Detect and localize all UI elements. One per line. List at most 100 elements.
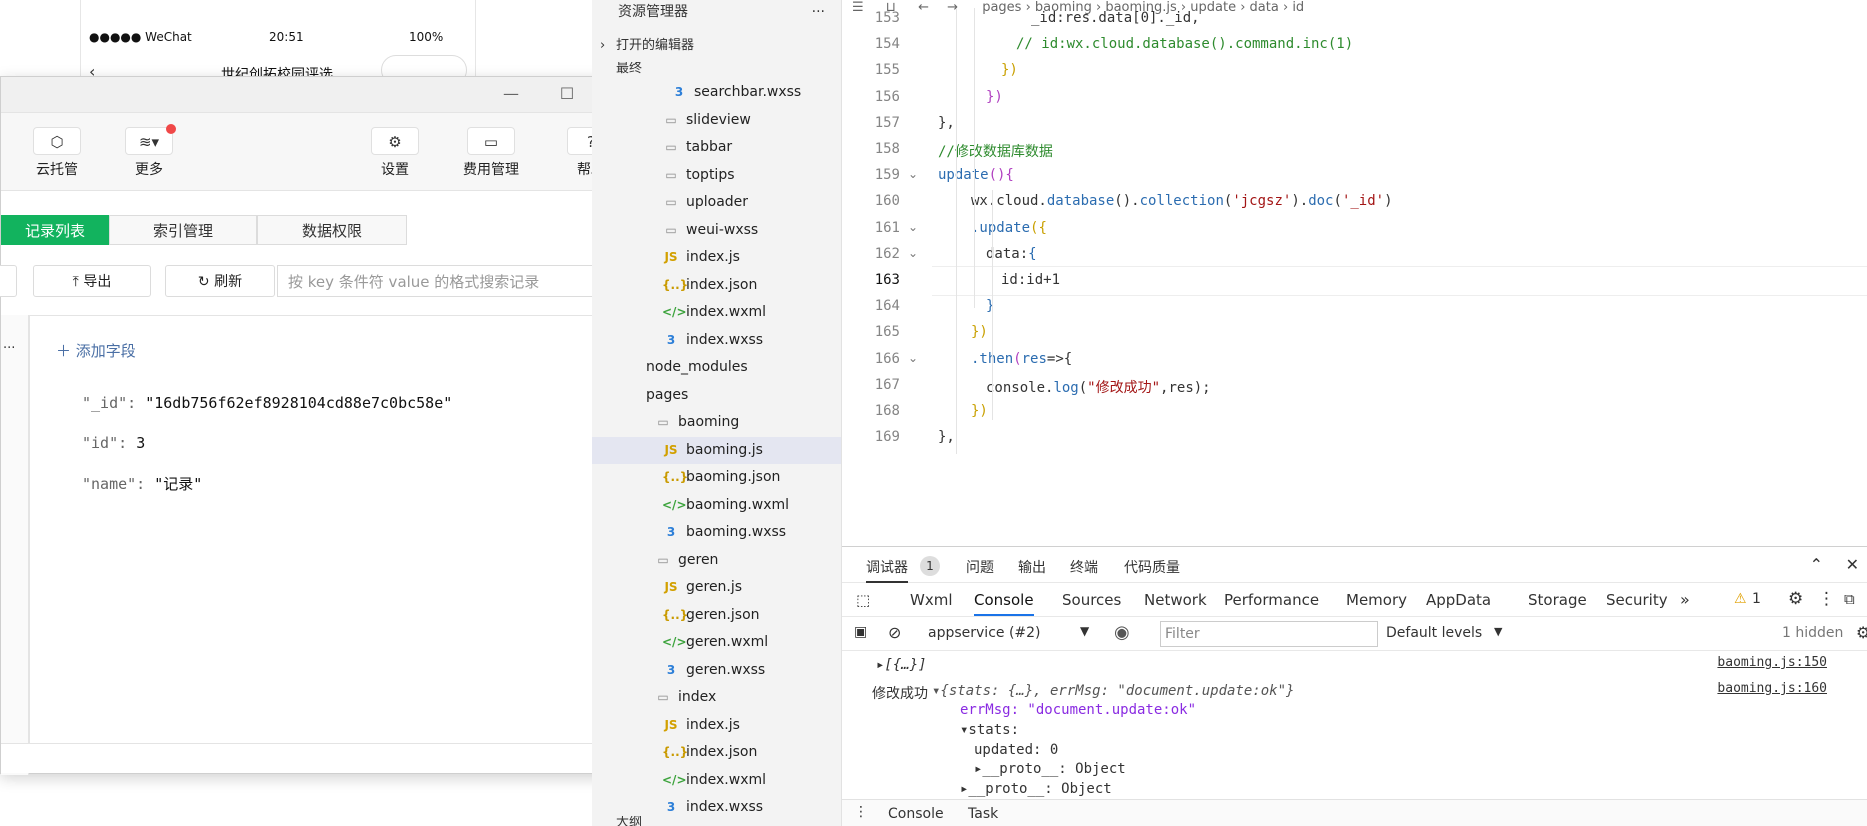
maximize-icon[interactable]: ☐ (549, 81, 585, 107)
chevron-up-icon[interactable]: ⌃ (1810, 555, 1823, 574)
fold-chevron-icon[interactable]: ⌄ (908, 246, 918, 260)
devtools-tab[interactable]: Network (1144, 591, 1207, 609)
fold-chevron-icon[interactable]: ⌄ (908, 220, 918, 234)
toolbar-settings[interactable]: ⚙ 设置 (359, 127, 431, 179)
file-tree-item[interactable]: </>index.wxml (592, 767, 841, 794)
code-line[interactable]: }, (938, 115, 955, 131)
console-entry[interactable]: ▸__proto__: Object (974, 761, 1126, 777)
file-tree-item[interactable]: {..}geren.json (592, 602, 841, 629)
code-line[interactable]: } (986, 298, 994, 314)
code-line[interactable]: }) (1001, 62, 1018, 78)
code-line[interactable]: _id:res.data[0]._id, (1031, 10, 1200, 26)
eye-icon[interactable]: ◉ (1114, 622, 1130, 643)
console-entry[interactable]: errMsg: "document.update:ok" (960, 702, 1196, 718)
breadcrumb-item[interactable]: id (1292, 0, 1304, 14)
panel-tab-terminal[interactable]: 终端 (1070, 557, 1098, 577)
open-editors-section[interactable]: › 打开的编辑器 (592, 34, 841, 58)
refresh-button[interactable]: ↻ 刷新 (165, 265, 275, 297)
tab-record-list[interactable]: 记录列表 (1, 215, 109, 245)
code-line[interactable]: data:{ (986, 246, 1037, 262)
file-tree-item[interactable]: 3 index.wxss (592, 327, 841, 354)
file-tree-item[interactable]: ▭ baoming (592, 409, 841, 436)
file-tree-item[interactable]: </>baoming.wxml (592, 492, 841, 519)
export-button[interactable]: ⤒ 导出 (33, 265, 151, 297)
source-link[interactable]: baoming.js:160 (1717, 681, 1827, 696)
panel-tab-code-quality[interactable]: 代码质量 (1124, 557, 1180, 577)
console-entry[interactable]: ▾{stats: {…}, errMsg: "document.update:o… (932, 683, 1294, 699)
dock-icon[interactable]: ⧉ (1844, 590, 1855, 608)
fold-chevron-icon[interactable]: ⌄ (908, 167, 918, 181)
minimize-icon[interactable]: — (493, 81, 529, 107)
more-icon[interactable]: ··· (812, 0, 825, 24)
warning-icon[interactable]: ⚠ (1734, 591, 1747, 607)
tab-index-management[interactable]: 索引管理 (109, 215, 257, 245)
filter-input[interactable]: Filter (1160, 621, 1378, 647)
devtools-tab[interactable]: Sources (1062, 591, 1121, 609)
code-line[interactable]: .update({ (971, 220, 1047, 236)
inspect-icon[interactable]: ⬚ (856, 591, 870, 609)
source-link[interactable]: baoming.js:150 (1717, 655, 1827, 670)
record-list-item[interactable]: ... (3, 337, 15, 352)
project-section[interactable]: 最终 (592, 62, 841, 76)
console-entry[interactable]: ▾stats: (960, 722, 1019, 738)
toolbar-cloud-hosting[interactable]: ⬡ 云托管 (21, 127, 93, 179)
file-tree-item[interactable]: JS index.js (592, 244, 841, 271)
kebab-menu-icon[interactable]: ⋮ (1818, 589, 1835, 609)
file-tree-item[interactable]: ▭ slideview (592, 107, 841, 134)
file-tree-item[interactable]: JS geren.js (592, 574, 841, 601)
gear-icon[interactable]: ⚙ (1788, 589, 1803, 609)
file-tree-item[interactable]: 3 geren.wxss (592, 657, 841, 684)
clear-console-icon[interactable]: ⊘ (888, 623, 901, 642)
more-tabs-icon[interactable]: » (1680, 590, 1690, 609)
drawer-tab-task[interactable]: Task (968, 806, 998, 822)
field-row-id-key[interactable]: "_id": "16db756f62ef8928104cd88e7c0bc58e… (82, 394, 452, 412)
code-line[interactable]: wx.cloud.database().collection ('jcgsz').… (971, 193, 1393, 209)
file-tree-item[interactable]: pages (592, 382, 841, 409)
outline-section[interactable]: 大纲 (592, 816, 841, 826)
file-tree-item[interactable]: ▭ geren (592, 547, 841, 574)
code-line[interactable]: }) (971, 403, 988, 419)
drawer-menu-icon[interactable]: ⋮ (854, 804, 868, 820)
code-line[interactable]: id:id+1 (1001, 272, 1060, 288)
devtools-tab[interactable]: AppData (1426, 591, 1491, 609)
file-tree-item[interactable]: 3 searchbar.wxss (592, 79, 841, 106)
close-panel-icon[interactable]: ✕ (1846, 555, 1859, 574)
sidebar-toggle-icon[interactable]: ▣ (854, 624, 867, 640)
devtools-tab[interactable]: Wxml (910, 591, 953, 609)
file-tree-item[interactable]: ▭ uploader (592, 189, 841, 216)
file-tree-item[interactable]: JS index.js (592, 712, 841, 739)
console-entry[interactable]: ▸[{…}] (876, 657, 927, 673)
file-tree-item[interactable]: ▭ weui-wxss (592, 217, 841, 244)
devtools-tab[interactable]: Console (974, 591, 1034, 616)
file-tree-item[interactable]: {..}index.json (592, 739, 841, 766)
file-tree-item[interactable]: ▭ index (592, 684, 841, 711)
add-record-button[interactable] (0, 265, 17, 297)
file-tree-item[interactable]: ▭ tabbar (592, 134, 841, 161)
record-search-input[interactable]: 按 key 条件符 value 的格式搜索记录 ⓘ ⌕ (277, 265, 627, 297)
breadcrumb-item[interactable]: pages (982, 0, 1021, 14)
file-tree-item[interactable]: </>index.wxml (592, 299, 841, 326)
chevron-down-icon[interactable]: ▼ (1080, 624, 1089, 638)
toolbar-billing[interactable]: ▭ 费用管理 (455, 127, 527, 179)
file-tree-item[interactable]: 3 baoming.wxss (592, 519, 841, 546)
code-line[interactable]: console.log("修改成功",res); (986, 377, 1211, 397)
tab-data-permissions[interactable]: 数据权限 (257, 215, 407, 245)
file-tree-item[interactable]: </>geren.wxml (592, 629, 841, 656)
levels-dropdown[interactable]: Default levels (1386, 625, 1482, 641)
drawer-tab-console[interactable]: Console (888, 806, 944, 822)
panel-tab-output[interactable]: 输出 (1018, 557, 1046, 577)
panel-tab-debugger[interactable]: 调试器 (866, 557, 908, 583)
breadcrumb-item[interactable]: data (1250, 0, 1279, 14)
console-entry[interactable]: updated: 0 (974, 742, 1058, 758)
context-selector[interactable]: appservice (#2) (928, 625, 1041, 641)
file-tree-item[interactable]: node_modules (592, 354, 841, 381)
code-line[interactable]: // id:wx.cloud.database().command.inc(1) (1016, 36, 1353, 52)
devtools-tab[interactable]: Performance (1224, 591, 1319, 609)
code-line[interactable]: }, (938, 429, 955, 445)
console-settings-icon[interactable]: ⚙ (1856, 623, 1867, 642)
fold-chevron-icon[interactable]: ⌄ (908, 351, 918, 365)
devtools-tab[interactable]: Memory (1346, 591, 1407, 609)
back-icon[interactable]: ← (918, 0, 929, 14)
console-entry[interactable]: ▸__proto__: Object (960, 781, 1112, 797)
code-line[interactable]: update(){ (938, 167, 1014, 183)
